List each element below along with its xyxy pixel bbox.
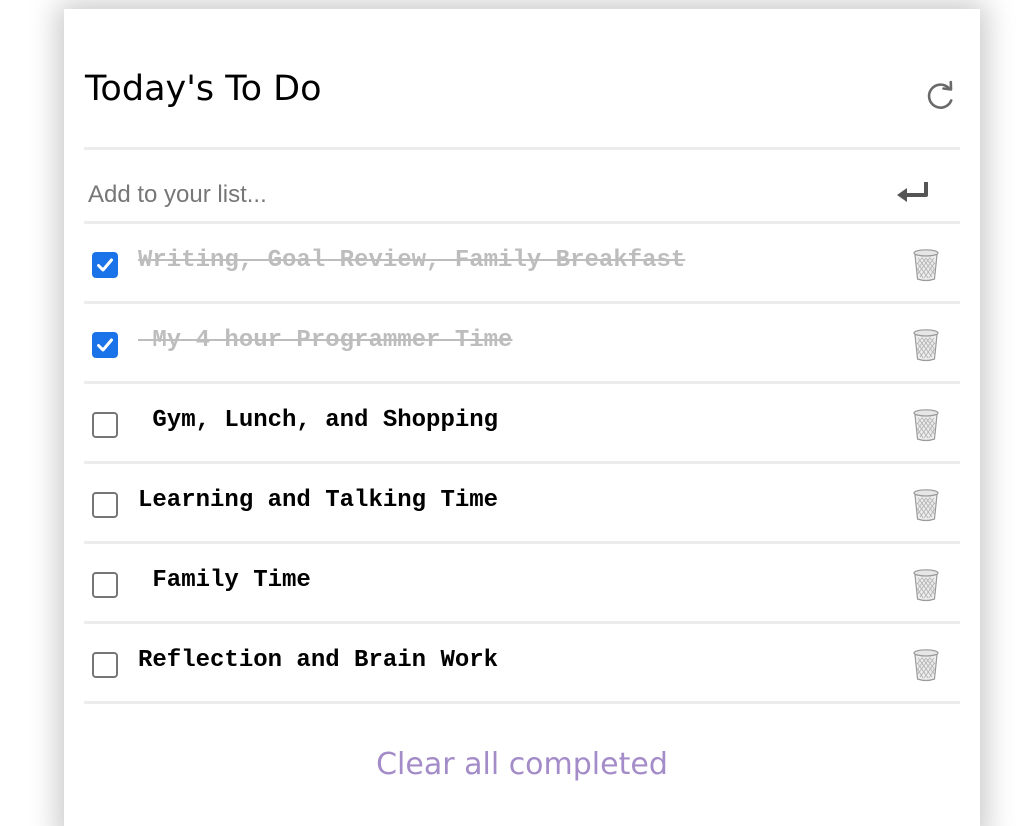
todo-checkbox[interactable] bbox=[92, 412, 118, 438]
todo-item-text: My 4 hour Programmer Time bbox=[138, 327, 513, 354]
todo-item: Learning and Talking Time bbox=[84, 464, 960, 541]
todo-item: Writing, Goal Review, Family Breakfast bbox=[84, 224, 960, 301]
todo-item-text: Reflection and Brain Work bbox=[138, 647, 499, 674]
add-item-input[interactable] bbox=[84, 161, 894, 229]
trash-icon[interactable] bbox=[913, 488, 939, 522]
todo-checkbox[interactable] bbox=[92, 252, 118, 278]
trash-icon[interactable] bbox=[913, 328, 939, 362]
divider bbox=[84, 147, 960, 150]
todo-checkbox[interactable] bbox=[92, 492, 118, 518]
todo-item-text: Writing, Goal Review, Family Breakfast bbox=[138, 247, 686, 274]
todo-item-text: Learning and Talking Time bbox=[138, 487, 499, 514]
checkmark-icon bbox=[97, 338, 113, 352]
trash-icon[interactable] bbox=[913, 408, 939, 442]
todo-item: Reflection and Brain Work bbox=[84, 624, 960, 701]
refresh-icon[interactable] bbox=[924, 79, 958, 113]
todo-item-text: Gym, Lunch, and Shopping bbox=[138, 407, 499, 434]
trash-icon[interactable] bbox=[913, 648, 939, 682]
clear-completed-button[interactable]: Clear all completed bbox=[64, 744, 980, 786]
trash-icon[interactable] bbox=[913, 568, 939, 602]
todo-item: Family Time bbox=[84, 544, 960, 621]
enter-icon[interactable] bbox=[894, 179, 934, 209]
checkmark-icon bbox=[97, 258, 113, 272]
page-title: Today's To Do bbox=[85, 69, 322, 109]
todo-checkbox[interactable] bbox=[92, 652, 118, 678]
todo-checkbox[interactable] bbox=[92, 572, 118, 598]
todo-item: Gym, Lunch, and Shopping bbox=[84, 384, 960, 461]
todo-item-text: Family Time bbox=[138, 567, 311, 594]
todo-item: My 4 hour Programmer Time bbox=[84, 304, 960, 381]
todo-checkbox[interactable] bbox=[92, 332, 118, 358]
todo-card: Today's To Do Writing, Goal Review, Fami… bbox=[64, 9, 980, 826]
divider bbox=[84, 701, 960, 704]
trash-icon[interactable] bbox=[913, 248, 939, 282]
